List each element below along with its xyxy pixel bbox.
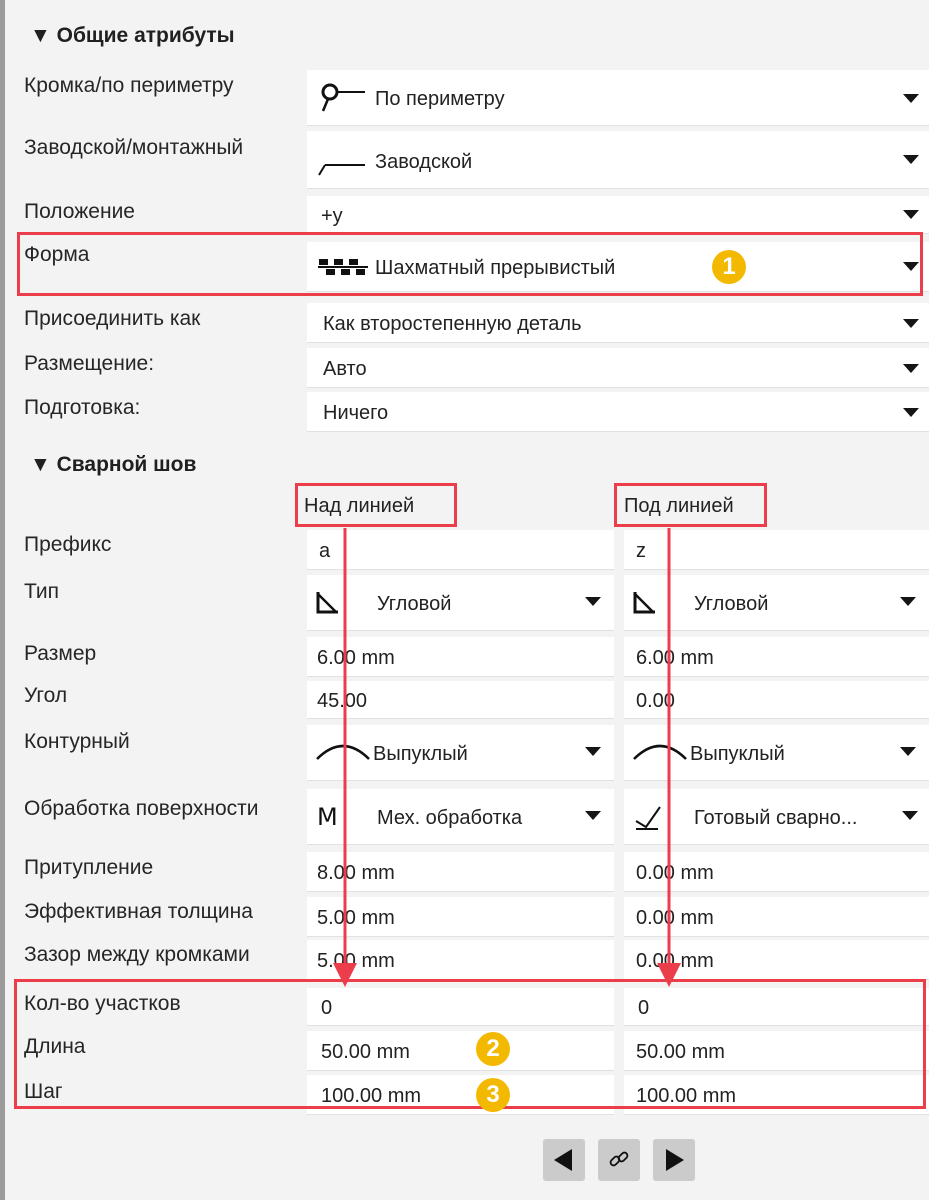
perimeter-select[interactable]: По периметру <box>307 70 929 126</box>
section-header-weld[interactable]: ▼ Сварной шов <box>30 453 196 477</box>
label-type: Тип <box>24 580 60 603</box>
panel-left-edge <box>0 0 5 1200</box>
contour-below-value: Выпуклый <box>690 743 785 765</box>
triangle-right-icon <box>666 1149 684 1171</box>
link-button[interactable] <box>598 1139 640 1181</box>
label-finish: Обработка поверхности <box>24 797 259 820</box>
label-angle: Угол <box>24 684 68 707</box>
attach-as-value: Как второстепенную деталь <box>323 313 582 335</box>
position-value: +y <box>321 205 343 227</box>
label-effective-throat: Эффективная толщина <box>24 900 253 923</box>
position-select[interactable]: +y <box>307 196 929 234</box>
finish-below-value: Готовый сварно... <box>694 807 858 829</box>
chevron-down-icon <box>900 597 916 606</box>
preparation-value: Ничего <box>323 402 389 424</box>
shop-site-select[interactable]: Заводской <box>307 131 929 189</box>
label-contour: Контурный <box>24 730 130 753</box>
label-prefix: Префикс <box>24 533 112 556</box>
callout-arrows <box>333 528 681 987</box>
chevron-down-icon <box>903 408 919 417</box>
chevron-down-icon <box>902 811 918 820</box>
chain-link-icon <box>609 1151 629 1167</box>
label-preparation: Подготовка: <box>24 396 141 419</box>
highlight-shape-row <box>17 232 923 296</box>
callout-badge-2: 2 <box>476 1032 510 1066</box>
preparation-select[interactable]: Ничего <box>307 392 929 432</box>
label-placement: Размещение: <box>24 352 155 375</box>
chevron-down-icon <box>903 210 919 219</box>
section-header-general[interactable]: ▼ Общие атрибуты <box>30 24 235 48</box>
perimeter-weld-icon <box>321 83 365 112</box>
perimeter-value: По периметру <box>375 88 505 110</box>
placement-value: Авто <box>323 358 367 380</box>
highlight-intermittent-rows <box>14 979 926 1109</box>
shop-weld-icon <box>318 164 365 176</box>
prev-button[interactable] <box>543 1139 585 1181</box>
chevron-down-icon <box>903 364 919 373</box>
next-button[interactable] <box>653 1139 695 1181</box>
chevron-down-icon <box>903 319 919 328</box>
callout-badge-1: 1 <box>712 250 746 284</box>
label-size: Размер <box>24 642 97 665</box>
label-position: Положение <box>24 200 135 223</box>
shop-site-value: Заводской <box>375 151 473 173</box>
placement-select[interactable]: Авто <box>307 348 929 388</box>
label-shop-site: Заводской/монтажный <box>24 136 244 159</box>
chevron-down-icon <box>900 747 916 756</box>
label-attach-as: Присоединить как <box>24 307 201 330</box>
triangle-left-icon <box>554 1149 572 1171</box>
type-below-value: Угловой <box>694 593 769 615</box>
prefix-above-value: a <box>319 540 331 562</box>
label-root-face: Притупление <box>24 856 154 879</box>
attach-as-select[interactable]: Как второстепенную деталь <box>307 303 929 343</box>
chevron-down-icon <box>903 155 919 164</box>
label-root-opening: Зазор между кромками <box>24 943 250 966</box>
callout-badge-3: 3 <box>476 1078 510 1112</box>
label-perimeter: Кромка/по периметру <box>24 74 234 97</box>
chevron-down-icon <box>903 94 919 103</box>
